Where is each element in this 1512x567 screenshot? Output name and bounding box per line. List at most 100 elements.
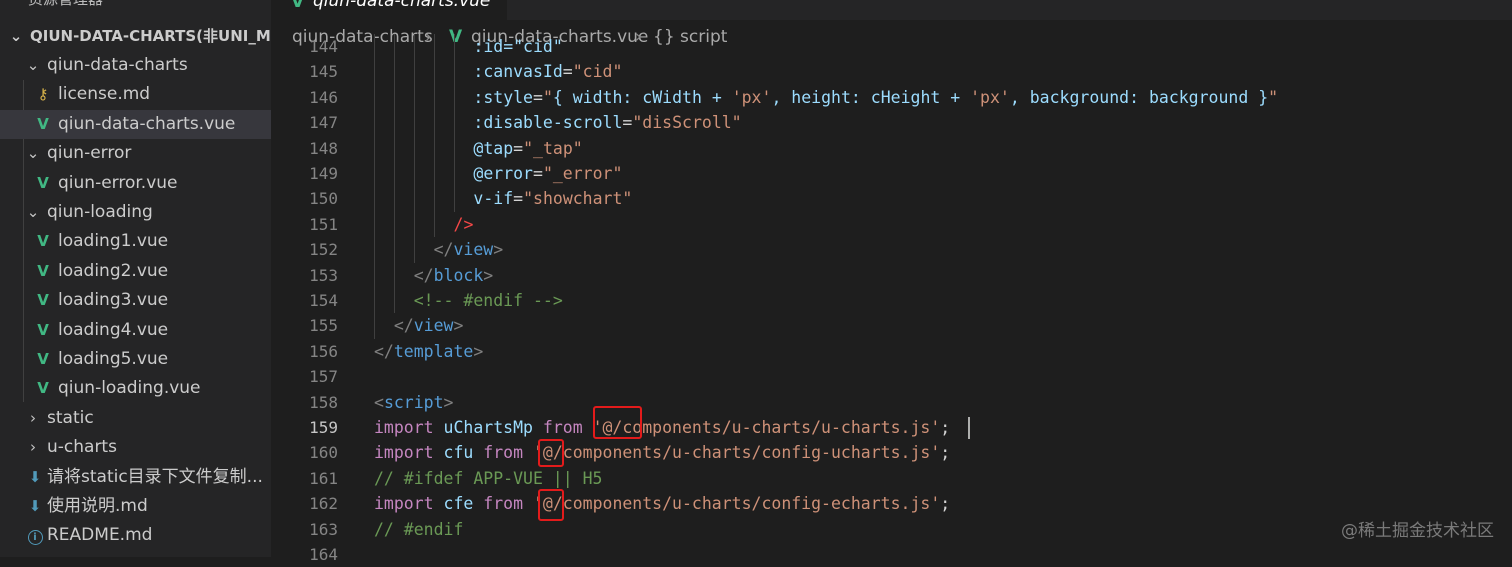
code-line[interactable]: v-if="showchart"	[473, 186, 632, 211]
tree-item[interactable]: ⌄ qiun-data-charts	[0, 51, 271, 80]
code-token: from	[473, 494, 533, 514]
tree-item-label: 使用说明.md	[47, 496, 148, 516]
tree-item[interactable]: Vqiun-error.vue	[0, 169, 271, 198]
indent-guide	[374, 288, 375, 314]
code-line[interactable]: import cfu from '@/components/u-charts/c…	[374, 440, 950, 465]
tab-qiun-data-charts-vue[interactable]: V qiun-data-charts.vue	[271, 0, 507, 20]
tree-item[interactable]: › static	[0, 404, 271, 433]
code-token: ;	[940, 494, 951, 514]
chevron-right-icon: ›	[635, 27, 642, 47]
code-line[interactable]: :style="{ width: cWidth + 'px', height: …	[473, 85, 1278, 110]
code-token: '@/components/u-charts/config-ucharts.js…	[532, 443, 941, 463]
indent-guide	[453, 161, 455, 187]
tree-item-label: qiun-error.vue	[58, 172, 178, 193]
vue-file-icon: V	[37, 261, 49, 280]
code-line[interactable]: import cfe from '@/components/u-charts/c…	[374, 491, 950, 516]
code-token: '@/components/u-charts/u-charts.js'	[592, 418, 941, 437]
code-token: ;	[940, 418, 951, 437]
code-token: view	[413, 316, 454, 336]
indent-guide	[374, 84, 375, 111]
code-token: "_error"	[542, 164, 623, 183]
indent-guide	[413, 84, 415, 111]
code-line[interactable]: :canvasId="cid"	[473, 59, 622, 84]
indent-guide	[453, 135, 455, 161]
code-line[interactable]: import uChartsMp from '@/components/u-ch…	[374, 415, 950, 440]
tree-item[interactable]: ⬇ 使用说明.md	[0, 492, 271, 521]
code-line[interactable]: <script>	[374, 390, 453, 415]
code-token: "showchart"	[523, 189, 633, 209]
line-number: 155	[309, 316, 338, 336]
code-line[interactable]: :id="cid"	[473, 34, 562, 59]
code-token: from	[532, 418, 593, 437]
indent-guide	[453, 110, 455, 136]
code-token: =	[562, 62, 573, 82]
tree-item[interactable]: Vloading1.vue	[0, 227, 271, 256]
code-line[interactable]: @tap="_tap"	[473, 136, 582, 161]
code-token: import	[374, 418, 444, 437]
tree-item[interactable]: ⚷ license.md	[0, 80, 271, 109]
tree-item[interactable]: Vloading3.vue	[0, 286, 271, 315]
tree-item[interactable]: Vloading4.vue	[0, 316, 271, 345]
tree-item[interactable]: Vqiun-loading.vue	[0, 374, 271, 403]
code-line[interactable]: @error="_error"	[473, 161, 622, 186]
line-number: 164	[309, 545, 338, 564]
tree-item[interactable]: Vloading2.vue	[0, 257, 271, 286]
tree-item[interactable]: i README.md	[0, 521, 271, 550]
code-token: template	[393, 341, 474, 361]
code-token: </	[433, 240, 454, 260]
indent-guide	[433, 59, 435, 85]
line-number: 148	[309, 138, 338, 158]
tree-item[interactable]: › u-charts	[0, 433, 271, 462]
indent-guide	[393, 110, 395, 136]
tree-item-label: qiun-loading.vue	[58, 378, 201, 399]
code-line[interactable]: </template>	[374, 339, 483, 364]
code-token: 'px'	[970, 87, 1010, 107]
code-token: </	[393, 316, 414, 336]
code-token: , background: background }	[1009, 87, 1269, 107]
tree-item-label: u-charts	[47, 437, 117, 458]
code-line[interactable]: </view>	[394, 313, 464, 338]
code-line[interactable]: </view>	[434, 237, 504, 262]
code-line[interactable]: </block>	[414, 263, 493, 288]
indent-guide	[453, 34, 455, 60]
breadcrumb-symbol[interactable]: {} script	[653, 22, 727, 52]
line-number: 154	[309, 291, 338, 310]
tree-item-label: loading1.vue	[58, 231, 169, 252]
code-token: :id="cid"	[473, 37, 563, 56]
breadcrumb: qiun-data-charts › V qiun-data-charts.vu…	[271, 22, 1512, 52]
code-token: // #endif	[374, 519, 464, 539]
vue-file-icon: V	[291, 0, 305, 12]
vue-file-icon: V	[449, 27, 463, 47]
indent-guide	[393, 288, 395, 314]
tree-item-label: license.md	[58, 84, 151, 105]
code-line[interactable]: // #ifdef APP-VUE || H5	[374, 466, 602, 491]
tree-item[interactable]: ⬇ 请将static目录下文件复制...	[0, 463, 271, 492]
code-line[interactable]: <!-- #endif -->	[414, 288, 563, 313]
code-token: script	[383, 392, 444, 412]
tree-item[interactable]: ⌄ qiun-loading	[0, 198, 271, 227]
project-folder-header[interactable]: ⌄ QIUN-DATA-CHARTS(非UNI_MO...	[0, 22, 271, 50]
code-token: view	[453, 240, 494, 260]
download-icon: ⬇	[28, 497, 42, 515]
indent-guide	[374, 110, 375, 136]
tree-item[interactable]: Vqiun-data-charts.vue	[0, 109, 271, 139]
indent-guide	[413, 110, 415, 136]
code-line[interactable]: />	[454, 212, 474, 237]
info-icon: i	[26, 521, 44, 550]
indent-guide	[413, 34, 415, 60]
code-line[interactable]: // #endif	[374, 517, 463, 542]
annotation-box	[538, 439, 564, 467]
code-token: import	[374, 494, 444, 514]
line-number: 157	[309, 367, 338, 387]
indent-guide	[433, 84, 435, 111]
code-token: <!-- #endif -->	[413, 291, 563, 310]
line-number: 145	[309, 62, 338, 82]
line-number: 144	[309, 37, 338, 56]
tree-item[interactable]: Vloading5.vue	[0, 345, 271, 374]
tree-item[interactable]: ⌄ qiun-error	[0, 139, 271, 168]
tree-item-label: loading5.vue	[58, 349, 169, 369]
code-token: </	[413, 265, 434, 285]
chevron-right-icon: ›	[30, 438, 36, 457]
indent-guide	[374, 211, 375, 238]
code-line[interactable]: :disable-scroll="disScroll"	[473, 110, 741, 135]
